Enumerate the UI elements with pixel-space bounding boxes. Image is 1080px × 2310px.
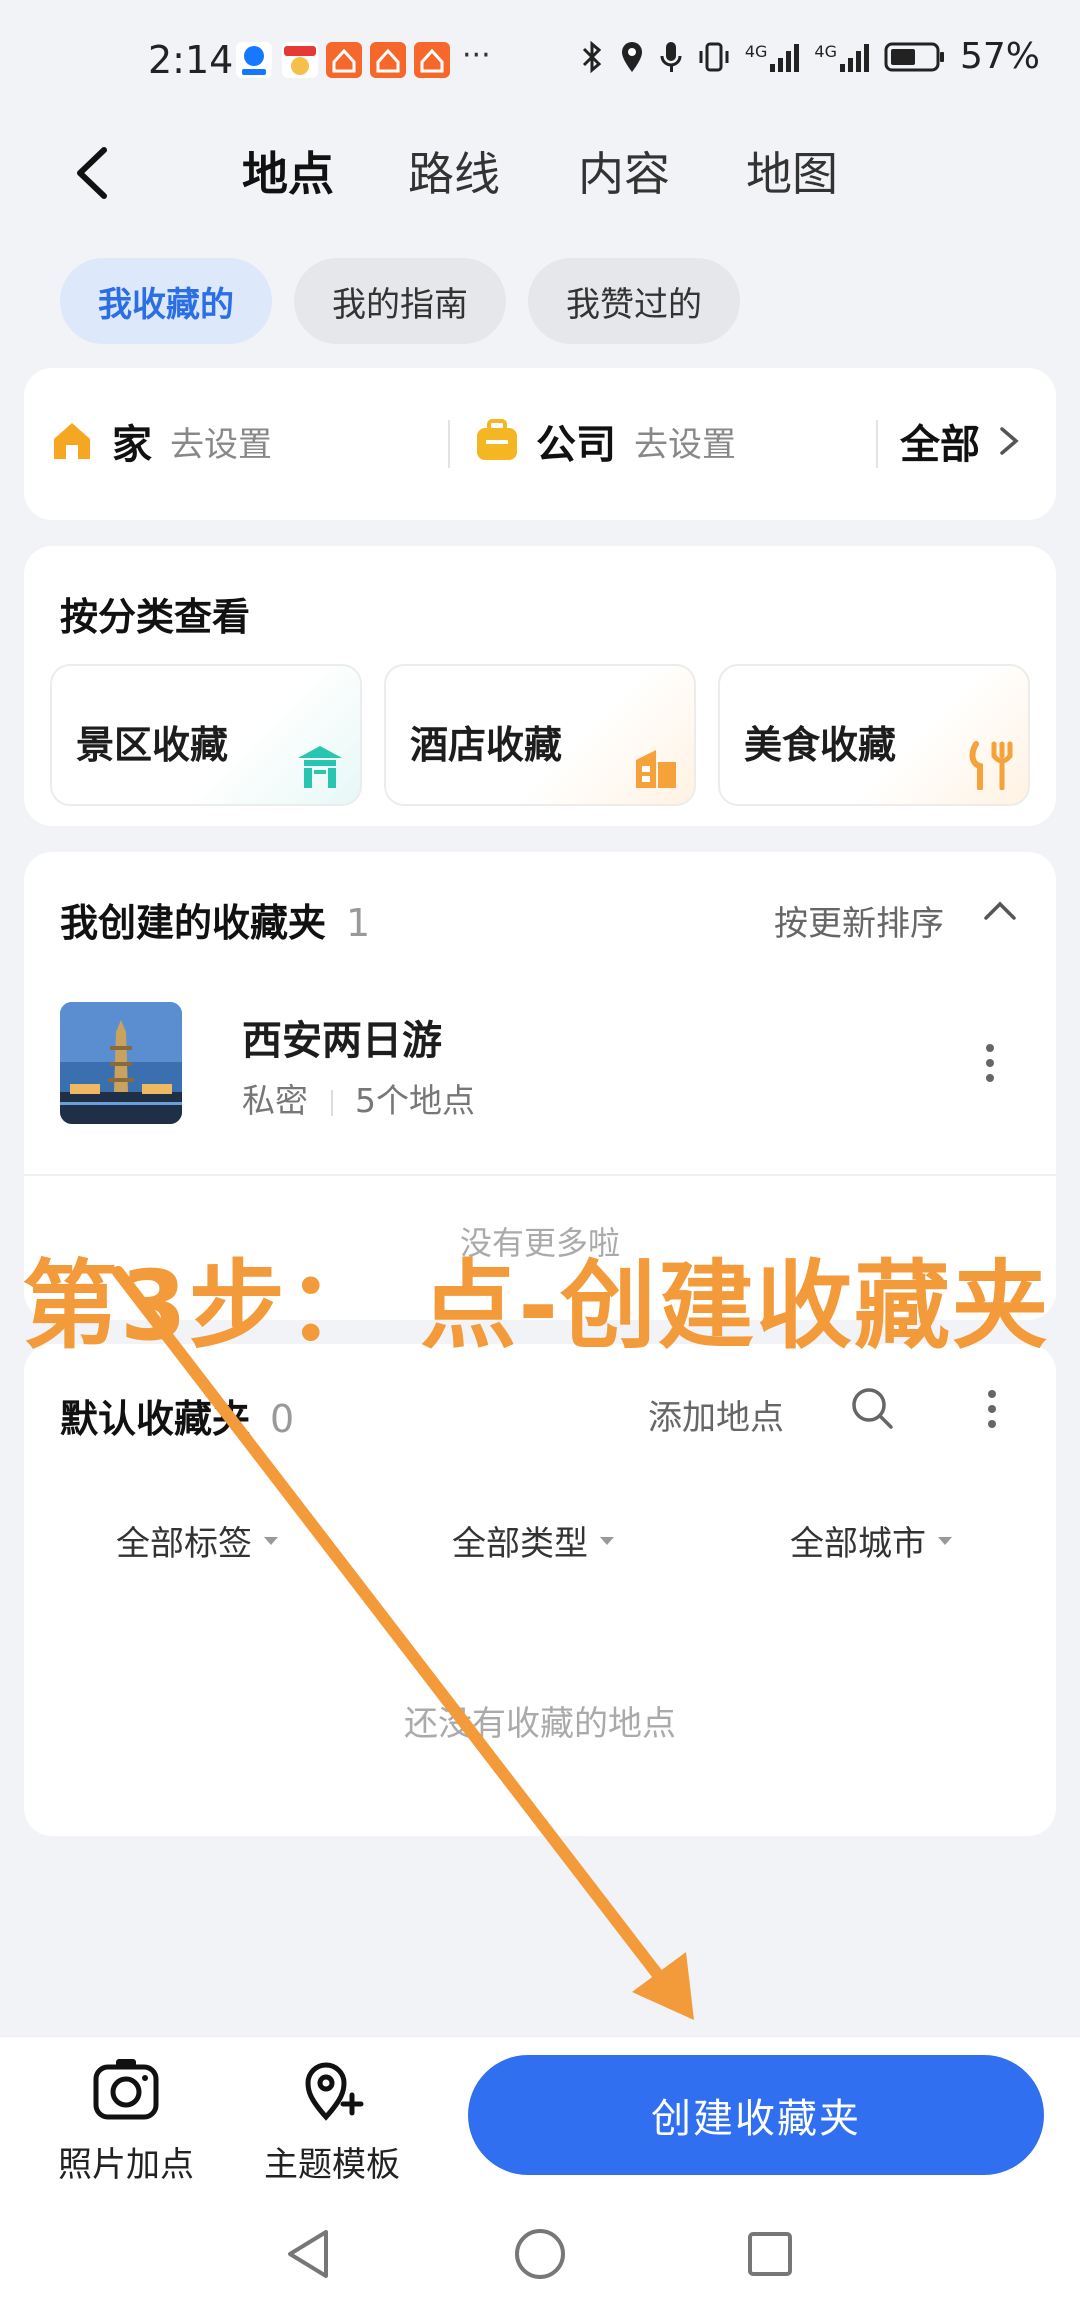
back-button[interactable] xyxy=(60,138,130,208)
default-folder-title: 默认收藏夹 0 xyxy=(60,1397,295,1441)
signal-2: 4G xyxy=(814,42,870,72)
tab-content[interactable]: 内容 xyxy=(578,138,670,204)
chip-my-likes[interactable]: 我赞过的 xyxy=(528,258,740,344)
search-icon[interactable] xyxy=(848,1384,896,1432)
food-icon xyxy=(969,741,1013,790)
theme-template-label: 主题模板 xyxy=(264,2145,400,2185)
add-place-button[interactable]: 添加地点 xyxy=(648,1390,784,1439)
tile-food[interactable]: 美食收藏 xyxy=(718,664,1030,806)
chevron-up-icon[interactable] xyxy=(980,892,1020,932)
bluetooth-icon xyxy=(582,40,602,73)
create-folder-button[interactable]: 创建收藏夹 xyxy=(468,2055,1044,2175)
chip-my-guides[interactable]: 我的指南 xyxy=(294,258,506,344)
pavilion-icon xyxy=(298,746,342,788)
tab-routes[interactable]: 路线 xyxy=(408,138,500,204)
company-set-link[interactable]: 去设置 xyxy=(634,417,736,466)
default-folder-count: 0 xyxy=(270,1397,295,1441)
filter-cities[interactable]: 全部城市 xyxy=(790,1516,954,1565)
divider xyxy=(448,420,450,468)
photo-add-place-button[interactable]: 照片加点 xyxy=(58,2055,194,2186)
filter-types[interactable]: 全部类型 xyxy=(452,1516,616,1565)
caret-down-icon xyxy=(938,1536,952,1545)
vibrate-icon xyxy=(699,42,729,71)
folder-privacy: 私密 xyxy=(242,1081,308,1120)
waimai-icon xyxy=(282,42,318,78)
folder-item[interactable]: 西安两日游 私密 5个地点 xyxy=(60,1002,1020,1128)
tile-scenic-label: 景区收藏 xyxy=(76,723,229,767)
tutorial-step-annotation: 第3步： 点-创建收藏夹 xyxy=(22,1250,1051,1362)
hotel-icon xyxy=(636,750,676,788)
category-card: 按分类查看 景区收藏 酒店收藏 美食收藏 xyxy=(24,546,1056,826)
chevron-left-icon xyxy=(77,147,107,199)
status-bar: 2:14 ··· 4G 4G 57% xyxy=(0,0,1080,110)
status-time: 2:14 xyxy=(148,38,234,82)
recents-square-icon[interactable] xyxy=(744,2226,796,2282)
caret-down-icon xyxy=(600,1536,614,1545)
created-folders-count: 1 xyxy=(346,901,371,945)
mic-icon xyxy=(660,41,682,72)
theme-template-button[interactable]: 主题模板 xyxy=(264,2055,400,2186)
alipay-icon xyxy=(236,42,272,78)
folder-meta: 私密 5个地点 xyxy=(242,1074,475,1122)
home-set-link[interactable]: 去设置 xyxy=(170,417,272,466)
folder-place-count: 5个地点 xyxy=(355,1081,475,1120)
more-vertical-icon[interactable] xyxy=(986,1388,998,1430)
all-shortcuts[interactable]: 全部 xyxy=(900,412,1026,470)
app-icon-3 xyxy=(414,42,450,78)
home-shortcut[interactable]: 家 去设置 xyxy=(48,412,272,470)
briefcase-icon xyxy=(477,419,517,460)
empty-state-text: 还没有收藏的地点 xyxy=(404,1704,676,1744)
app-icon-2 xyxy=(370,42,406,78)
default-folder-card: 默认收藏夹 0 添加地点 全部标签 全部类型 全部城市 还没有收藏的地点 xyxy=(24,1344,1056,1836)
meta-separator xyxy=(330,1089,333,1116)
app-icon-1 xyxy=(326,42,362,78)
tile-scenic[interactable]: 景区收藏 xyxy=(50,664,362,806)
location-plus-icon xyxy=(305,2062,364,2121)
category-title: 按分类查看 xyxy=(60,595,251,639)
filter-tags[interactable]: 全部标签 xyxy=(116,1516,280,1565)
filter-chips: 我收藏的 我的指南 我赞过的 xyxy=(60,258,740,344)
more-vertical-icon[interactable] xyxy=(984,1042,996,1084)
tab-places[interactable]: 地点 xyxy=(242,138,334,204)
top-nav: 地点 路线 内容 地图 xyxy=(0,120,1080,230)
created-folders-title: 我创建的收藏夹 1 xyxy=(60,901,371,945)
status-more: ··· xyxy=(462,38,491,73)
tile-hotel[interactable]: 酒店收藏 xyxy=(384,664,696,806)
back-triangle-icon[interactable] xyxy=(282,2226,334,2282)
bottom-action-bar: 照片加点 主题模板 创建收藏夹 xyxy=(0,2036,1080,2199)
chip-my-favorites[interactable]: 我收藏的 xyxy=(60,258,272,344)
battery-icon xyxy=(884,42,944,71)
sort-button[interactable]: 按更新排序 xyxy=(774,896,944,945)
home-circle-icon[interactable] xyxy=(512,2226,568,2282)
company-label: 公司 xyxy=(536,422,616,468)
location-icon xyxy=(621,41,642,72)
caret-down-icon xyxy=(264,1536,278,1545)
divider xyxy=(24,1174,1056,1176)
home-company-card: 家 去设置 公司 去设置 全部 xyxy=(24,368,1056,520)
tile-food-label: 美食收藏 xyxy=(744,723,897,767)
folder-name: 西安两日游 xyxy=(242,1018,442,1064)
tab-map[interactable]: 地图 xyxy=(746,138,838,204)
divider xyxy=(876,420,878,468)
status-right: 4G 4G 57% xyxy=(579,36,1040,77)
all-label: 全部 xyxy=(900,422,980,468)
chevron-right-icon xyxy=(1000,427,1019,455)
company-shortcut[interactable]: 公司 去设置 xyxy=(474,412,736,470)
battery-percent: 57% xyxy=(959,36,1040,77)
photo-add-place-label: 照片加点 xyxy=(58,2145,194,2185)
system-nav-bar xyxy=(0,2198,1080,2310)
home-label: 家 xyxy=(112,422,152,468)
folder-thumbnail xyxy=(60,1002,182,1124)
camera-icon xyxy=(93,2059,159,2120)
signal-1: 4G xyxy=(745,42,801,72)
home-icon xyxy=(54,423,90,459)
tile-hotel-label: 酒店收藏 xyxy=(410,723,563,767)
